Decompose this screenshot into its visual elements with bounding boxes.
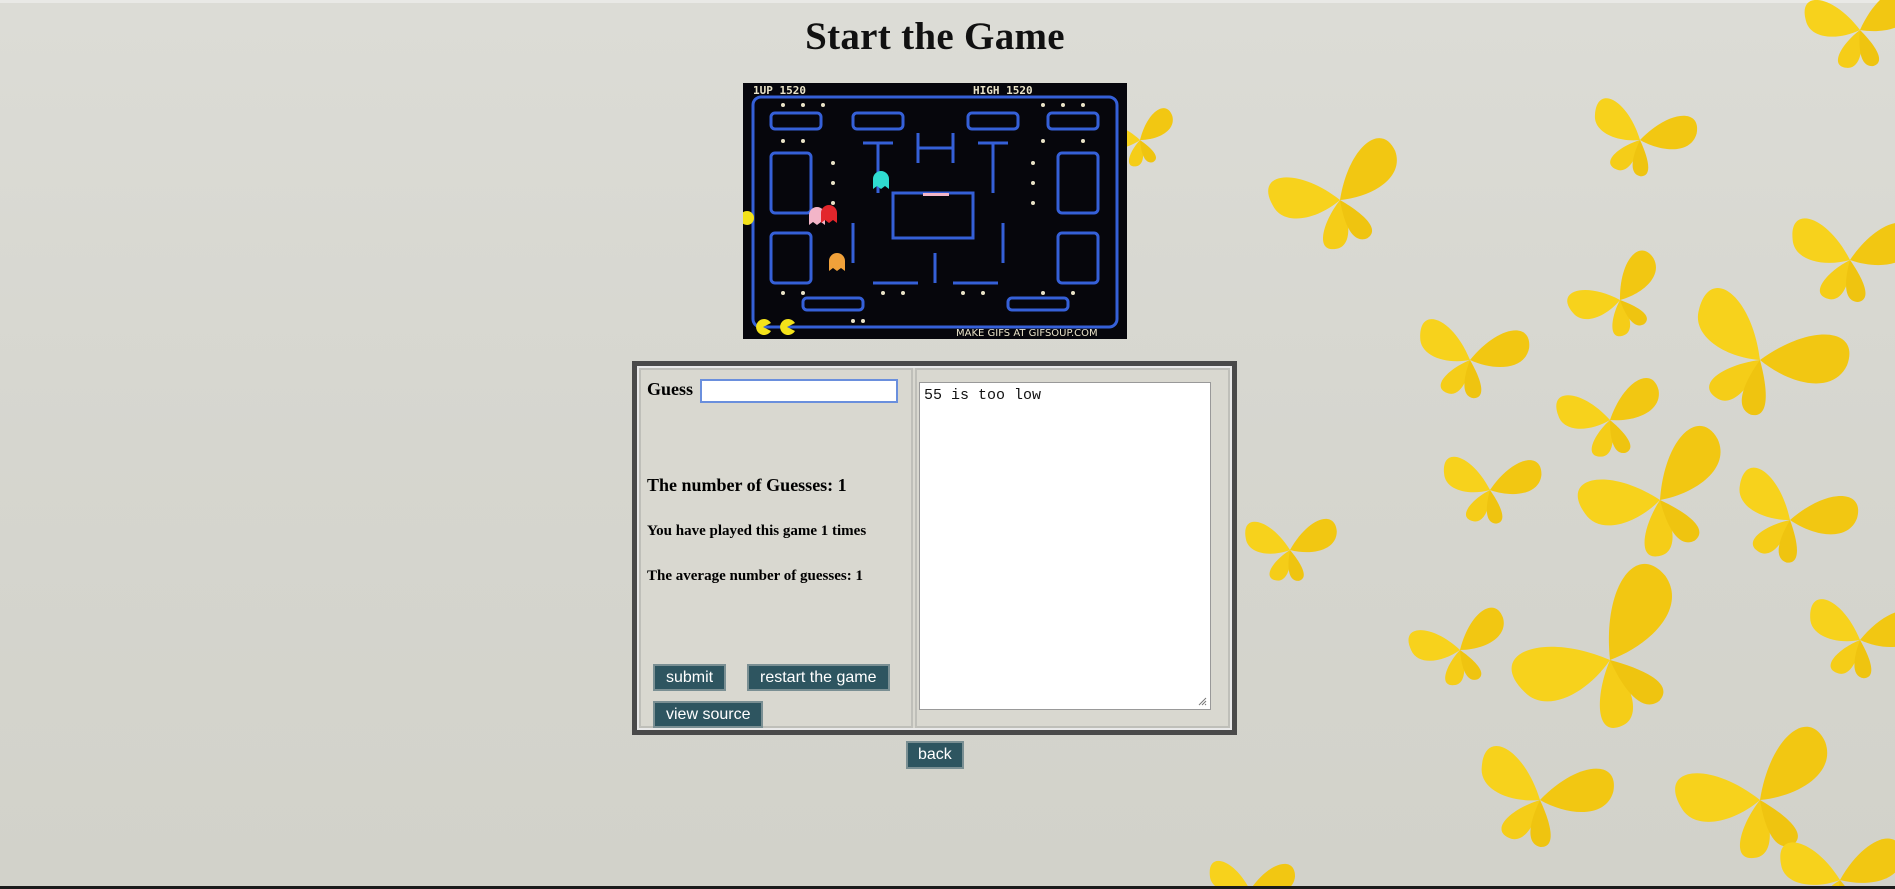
view-source-button[interactable]: view source — [653, 701, 764, 728]
hud-high-text: HIGH 1520 — [973, 84, 1033, 97]
games-played-text: You have played this game 1 times — [647, 523, 867, 539]
guess-label: Guess — [647, 379, 694, 399]
guess-count-text: The number of Guesses: 1 — [647, 475, 847, 495]
page-title: Start the Game — [805, 15, 1065, 58]
controls-cell: Guess The number of Guesses: 1 You have … — [639, 368, 913, 728]
output-cell: 55 is too low — [915, 368, 1230, 728]
output-text: 55 is too low — [924, 387, 1042, 404]
game-table: Guess The number of Guesses: 1 You have … — [637, 366, 1232, 730]
guess-input[interactable] — [700, 379, 898, 403]
gif-watermark: MAKE GIFS AT GIFSOUP.COM — [956, 328, 1098, 339]
hud-score-text: 1UP 1520 — [753, 84, 806, 97]
resize-grip-icon[interactable] — [1197, 696, 1207, 706]
game-panel: Guess The number of Guesses: 1 You have … — [632, 361, 1237, 735]
back-button[interactable]: back — [906, 741, 964, 769]
submit-button[interactable]: submit — [653, 664, 727, 691]
output-textarea[interactable]: 55 is too low — [919, 382, 1211, 710]
restart-game-button[interactable]: restart the game — [747, 664, 890, 691]
pacman-game-image: 1UP 1520 HIGH 1520 MAKE GIFS AT GIFSOUP.… — [743, 83, 1127, 339]
average-guesses-text: The average number of guesses: 1 — [647, 568, 863, 584]
